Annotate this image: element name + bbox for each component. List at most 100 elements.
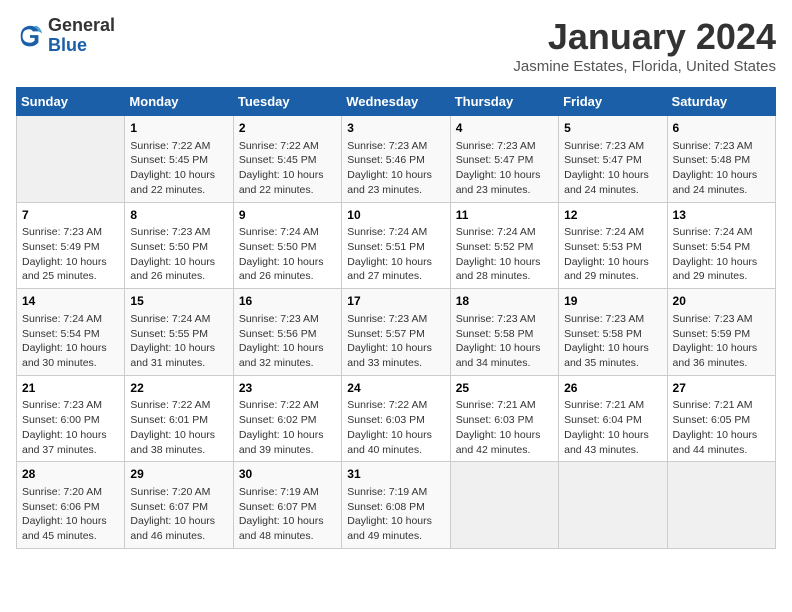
calendar-cell: 1 Sunrise: 7:22 AM Sunset: 5:45 PM Daylig… (125, 116, 233, 203)
calendar-cell: 7Sunrise: 7:23 AM Sunset: 5:49 PM Daylig… (17, 202, 125, 289)
calendar-cell: 8Sunrise: 7:23 AM Sunset: 5:50 PM Daylig… (125, 202, 233, 289)
day-number: 13 (673, 207, 770, 224)
day-number: 30 (239, 466, 336, 483)
day-number: 25 (456, 380, 553, 397)
day-info: Sunrise: 7:20 AM Sunset: 6:07 PM Dayligh… (130, 485, 227, 544)
day-header-saturday: Saturday (667, 88, 775, 116)
day-number: 29 (130, 466, 227, 483)
day-info: Sunrise: 7:22 AM Sunset: 5:45 PM Dayligh… (130, 139, 227, 198)
day-info: Sunrise: 7:20 AM Sunset: 6:06 PM Dayligh… (22, 485, 119, 544)
week-row-3: 14 Sunrise: 7:24 AM Sunset: 5:54 PM Dayli… (17, 289, 776, 376)
day-number: 24 (347, 380, 444, 397)
day-number: 21 (22, 380, 119, 397)
day-number: 18 (456, 293, 553, 310)
day-info: Sunrise: 7:23 AM Sunset: 5:48 PM Dayligh… (673, 139, 770, 198)
day-info: Sunrise: 7:23 AM Sunset: 5:59 PM Dayligh… (673, 312, 770, 371)
calendar-cell: 9Sunrise: 7:24 AM Sunset: 5:50 PM Daylig… (233, 202, 341, 289)
calendar-cell (17, 116, 125, 203)
logo-icon (16, 22, 44, 50)
day-number: 11 (456, 207, 553, 224)
calendar-cell: 16 Sunrise: 7:23 AM Sunset: 5:56 PM Dayli… (233, 289, 341, 376)
calendar-table: SundayMondayTuesdayWednesdayThursdayFrid… (16, 87, 776, 549)
day-number: 31 (347, 466, 444, 483)
calendar-cell: 10Sunrise: 7:24 AM Sunset: 5:51 PM Dayli… (342, 202, 450, 289)
day-info: Sunrise: 7:19 AM Sunset: 6:08 PM Dayligh… (347, 485, 444, 544)
day-info: Sunrise: 7:23 AM Sunset: 5:58 PM Dayligh… (456, 312, 553, 371)
day-number: 1 (130, 120, 227, 137)
day-info: Sunrise: 7:24 AM Sunset: 5:55 PM Dayligh… (130, 312, 227, 371)
day-info: Sunrise: 7:21 AM Sunset: 6:05 PM Dayligh… (673, 398, 770, 457)
day-info: Sunrise: 7:24 AM Sunset: 5:54 PM Dayligh… (22, 312, 119, 371)
calendar-body: 1 Sunrise: 7:22 AM Sunset: 5:45 PM Daylig… (17, 116, 776, 549)
calendar-cell: 2Sunrise: 7:22 AM Sunset: 5:45 PM Daylig… (233, 116, 341, 203)
day-number: 7 (22, 207, 119, 224)
calendar-cell: 31 Sunrise: 7:19 AM Sunset: 6:08 PM Dayli… (342, 462, 450, 549)
day-info: Sunrise: 7:22 AM Sunset: 6:02 PM Dayligh… (239, 398, 336, 457)
day-number: 22 (130, 380, 227, 397)
day-number: 16 (239, 293, 336, 310)
day-number: 23 (239, 380, 336, 397)
calendar-cell: 30 Sunrise: 7:19 AM Sunset: 6:07 PM Dayli… (233, 462, 341, 549)
day-header-thursday: Thursday (450, 88, 558, 116)
calendar-subtitle: Jasmine Estates, Florida, United States (513, 58, 776, 75)
calendar-cell: 18 Sunrise: 7:23 AM Sunset: 5:58 PM Dayli… (450, 289, 558, 376)
day-number: 26 (564, 380, 661, 397)
calendar-cell: 25Sunrise: 7:21 AM Sunset: 6:03 PM Dayli… (450, 375, 558, 462)
title-block: January 2024 Jasmine Estates, Florida, U… (513, 16, 776, 75)
calendar-cell: 13Sunrise: 7:24 AM Sunset: 5:54 PM Dayli… (667, 202, 775, 289)
day-header-monday: Monday (125, 88, 233, 116)
calendar-cell: 28Sunrise: 7:20 AM Sunset: 6:06 PM Dayli… (17, 462, 125, 549)
day-number: 9 (239, 207, 336, 224)
day-number: 14 (22, 293, 119, 310)
day-header-sunday: Sunday (17, 88, 125, 116)
day-info: Sunrise: 7:23 AM Sunset: 5:56 PM Dayligh… (239, 312, 336, 371)
day-info: Sunrise: 7:23 AM Sunset: 5:50 PM Dayligh… (130, 225, 227, 284)
day-info: Sunrise: 7:23 AM Sunset: 5:57 PM Dayligh… (347, 312, 444, 371)
day-number: 2 (239, 120, 336, 137)
day-info: Sunrise: 7:23 AM Sunset: 5:46 PM Dayligh… (347, 139, 444, 198)
week-row-2: 7Sunrise: 7:23 AM Sunset: 5:49 PM Daylig… (17, 202, 776, 289)
calendar-cell: 17 Sunrise: 7:23 AM Sunset: 5:57 PM Dayli… (342, 289, 450, 376)
day-number: 12 (564, 207, 661, 224)
day-number: 8 (130, 207, 227, 224)
calendar-cell: 21Sunrise: 7:23 AM Sunset: 6:00 PM Dayli… (17, 375, 125, 462)
day-info: Sunrise: 7:23 AM Sunset: 5:58 PM Dayligh… (564, 312, 661, 371)
day-number: 4 (456, 120, 553, 137)
day-number: 20 (673, 293, 770, 310)
day-number: 19 (564, 293, 661, 310)
day-header-friday: Friday (559, 88, 667, 116)
header-row: SundayMondayTuesdayWednesdayThursdayFrid… (17, 88, 776, 116)
day-number: 17 (347, 293, 444, 310)
day-info: Sunrise: 7:24 AM Sunset: 5:52 PM Dayligh… (456, 225, 553, 284)
day-info: Sunrise: 7:23 AM Sunset: 5:49 PM Dayligh… (22, 225, 119, 284)
calendar-cell: 27Sunrise: 7:21 AM Sunset: 6:05 PM Dayli… (667, 375, 775, 462)
calendar-cell: 22Sunrise: 7:22 AM Sunset: 6:01 PM Dayli… (125, 375, 233, 462)
day-info: Sunrise: 7:19 AM Sunset: 6:07 PM Dayligh… (239, 485, 336, 544)
calendar-cell (450, 462, 558, 549)
day-number: 10 (347, 207, 444, 224)
day-number: 15 (130, 293, 227, 310)
day-info: Sunrise: 7:22 AM Sunset: 6:03 PM Dayligh… (347, 398, 444, 457)
day-info: Sunrise: 7:24 AM Sunset: 5:53 PM Dayligh… (564, 225, 661, 284)
logo: General Blue (16, 16, 115, 56)
calendar-cell: 12Sunrise: 7:24 AM Sunset: 5:53 PM Dayli… (559, 202, 667, 289)
calendar-cell: 4Sunrise: 7:23 AM Sunset: 5:47 PM Daylig… (450, 116, 558, 203)
day-info: Sunrise: 7:24 AM Sunset: 5:51 PM Dayligh… (347, 225, 444, 284)
calendar-cell: 20 Sunrise: 7:23 AM Sunset: 5:59 PM Dayli… (667, 289, 775, 376)
day-info: Sunrise: 7:21 AM Sunset: 6:03 PM Dayligh… (456, 398, 553, 457)
day-number: 3 (347, 120, 444, 137)
calendar-cell: 5Sunrise: 7:23 AM Sunset: 5:47 PM Daylig… (559, 116, 667, 203)
week-row-5: 28Sunrise: 7:20 AM Sunset: 6:06 PM Dayli… (17, 462, 776, 549)
week-row-4: 21Sunrise: 7:23 AM Sunset: 6:00 PM Dayli… (17, 375, 776, 462)
calendar-cell: 15 Sunrise: 7:24 AM Sunset: 5:55 PM Dayli… (125, 289, 233, 376)
calendar-title: January 2024 (513, 16, 776, 58)
calendar-cell: 23Sunrise: 7:22 AM Sunset: 6:02 PM Dayli… (233, 375, 341, 462)
day-number: 6 (673, 120, 770, 137)
calendar-cell: 6 Sunrise: 7:23 AM Sunset: 5:48 PM Daylig… (667, 116, 775, 203)
day-header-tuesday: Tuesday (233, 88, 341, 116)
day-info: Sunrise: 7:21 AM Sunset: 6:04 PM Dayligh… (564, 398, 661, 457)
calendar-cell: 19 Sunrise: 7:23 AM Sunset: 5:58 PM Dayli… (559, 289, 667, 376)
calendar-cell (667, 462, 775, 549)
logo-text: General Blue (48, 16, 115, 56)
day-header-wednesday: Wednesday (342, 88, 450, 116)
